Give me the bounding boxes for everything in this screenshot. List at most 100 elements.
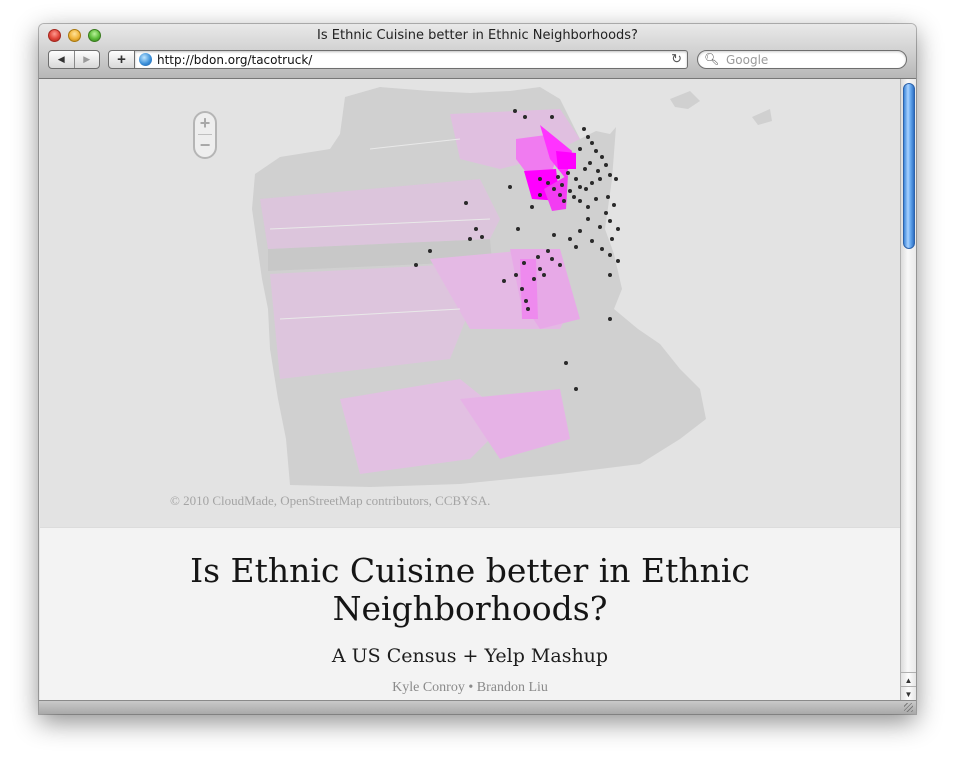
restaurant-marker[interactable] (558, 263, 562, 267)
restaurant-marker[interactable] (600, 247, 604, 251)
restaurant-marker[interactable] (578, 229, 582, 233)
restaurant-marker[interactable] (578, 199, 582, 203)
scroll-down-arrow[interactable]: ▼ (901, 686, 916, 701)
restaurant-marker[interactable] (608, 219, 612, 223)
page-content: + − © 2010 CloudMade, OpenStreetMap cont… (40, 79, 900, 700)
restaurant-marker[interactable] (464, 201, 468, 205)
restaurant-marker[interactable] (594, 149, 598, 153)
restaurant-marker[interactable] (590, 239, 594, 243)
restaurant-marker[interactable] (608, 273, 612, 277)
restaurant-marker[interactable] (596, 169, 600, 173)
restaurant-marker[interactable] (616, 259, 620, 263)
scrollbar-thumb[interactable] (903, 83, 915, 249)
restaurant-marker[interactable] (568, 189, 572, 193)
restaurant-marker[interactable] (612, 203, 616, 207)
restaurant-marker[interactable] (604, 211, 608, 215)
search-field[interactable]: 🔍︎ Google (697, 50, 907, 69)
restaurant-marker[interactable] (538, 177, 542, 181)
restaurant-marker[interactable] (536, 255, 540, 259)
restaurant-marker[interactable] (574, 387, 578, 391)
restaurant-marker[interactable] (578, 147, 582, 151)
reload-icon[interactable]: ↻ (671, 51, 682, 67)
restaurant-marker[interactable] (614, 177, 618, 181)
restaurant-marker[interactable] (600, 155, 604, 159)
restaurant-marker[interactable] (608, 253, 612, 257)
page-title: Is Ethnic Cuisine better in Ethnic Neigh… (40, 552, 900, 628)
restaurant-marker[interactable] (586, 205, 590, 209)
restaurant-marker[interactable] (513, 109, 517, 113)
restaurant-marker[interactable] (574, 245, 578, 249)
restaurant-marker[interactable] (428, 249, 432, 253)
page-subtitle: A US Census + Yelp Mashup (331, 645, 609, 667)
restaurant-marker[interactable] (516, 227, 520, 231)
restaurant-marker[interactable] (522, 261, 526, 265)
restaurant-marker[interactable] (590, 141, 594, 145)
add-bookmark-button[interactable]: + (108, 50, 135, 69)
globe-icon (139, 53, 152, 66)
restaurant-marker[interactable] (546, 249, 550, 253)
restaurant-marker[interactable] (616, 227, 620, 231)
restaurant-marker[interactable] (588, 161, 592, 165)
zoom-in-button[interactable]: + (195, 113, 215, 135)
forward-button[interactable]: ▶ (73, 51, 100, 68)
restaurant-marker[interactable] (564, 361, 568, 365)
restaurant-marker[interactable] (538, 193, 542, 197)
back-arrow-icon: ◀ (57, 54, 65, 64)
restaurant-marker[interactable] (552, 187, 556, 191)
restaurant-marker[interactable] (586, 135, 590, 139)
restaurant-marker[interactable] (524, 299, 528, 303)
restaurant-marker[interactable] (558, 193, 562, 197)
restaurant-marker[interactable] (574, 177, 578, 181)
restaurant-marker[interactable] (608, 173, 612, 177)
highlight-tract (556, 151, 576, 169)
restaurant-marker[interactable] (508, 185, 512, 189)
restaurant-marker[interactable] (586, 217, 590, 221)
restaurant-marker[interactable] (546, 181, 550, 185)
restaurant-marker[interactable] (474, 227, 478, 231)
zoom-out-button[interactable]: − (195, 135, 215, 157)
restaurant-marker[interactable] (584, 187, 588, 191)
scroll-up-arrow[interactable]: ▲ (901, 672, 916, 687)
restaurant-marker[interactable] (604, 163, 608, 167)
restaurant-marker[interactable] (598, 225, 602, 229)
restaurant-marker[interactable] (526, 307, 530, 311)
restaurant-marker[interactable] (594, 197, 598, 201)
restaurant-marker[interactable] (520, 287, 524, 291)
window-title: Is Ethnic Cuisine better in Ethnic Neigh… (317, 28, 638, 43)
restaurant-marker[interactable] (560, 183, 564, 187)
restaurant-marker[interactable] (550, 115, 554, 119)
restaurant-marker[interactable] (556, 175, 560, 179)
restaurant-marker[interactable] (606, 195, 610, 199)
address-bar[interactable]: http://bdon.org/tacotruck/ ↻ (134, 50, 688, 69)
restaurant-marker[interactable] (583, 167, 587, 171)
restaurant-marker[interactable] (480, 235, 484, 239)
restaurant-marker[interactable] (468, 237, 472, 241)
restaurant-marker[interactable] (590, 181, 594, 185)
restaurant-marker[interactable] (610, 237, 614, 241)
resize-grip-icon[interactable] (904, 703, 913, 712)
map[interactable]: + − © 2010 CloudMade, OpenStreetMap cont… (40, 79, 900, 527)
island-shape (670, 91, 700, 109)
restaurant-marker[interactable] (568, 237, 572, 241)
restaurant-marker[interactable] (532, 277, 536, 281)
restaurant-marker[interactable] (523, 115, 527, 119)
restaurant-marker[interactable] (414, 263, 418, 267)
restaurant-marker[interactable] (538, 267, 542, 271)
browser-toolbar: Is Ethnic Cuisine better in Ethnic Neigh… (39, 24, 916, 79)
restaurant-marker[interactable] (566, 171, 570, 175)
restaurant-marker[interactable] (562, 199, 566, 203)
back-button[interactable]: ◀ (49, 51, 74, 68)
restaurant-marker[interactable] (608, 317, 612, 321)
restaurant-marker[interactable] (578, 185, 582, 189)
vertical-scrollbar[interactable]: ▲ ▼ (900, 79, 916, 701)
restaurant-marker[interactable] (572, 195, 576, 199)
restaurant-marker[interactable] (550, 257, 554, 261)
restaurant-marker[interactable] (582, 127, 586, 131)
restaurant-marker[interactable] (530, 205, 534, 209)
restaurant-marker[interactable] (514, 273, 518, 277)
restaurant-marker[interactable] (598, 177, 602, 181)
restaurant-marker[interactable] (542, 273, 546, 277)
restaurant-marker[interactable] (502, 279, 506, 283)
authors-line: Kyle Conroy • Brandon Liu (392, 680, 548, 695)
restaurant-marker[interactable] (552, 233, 556, 237)
